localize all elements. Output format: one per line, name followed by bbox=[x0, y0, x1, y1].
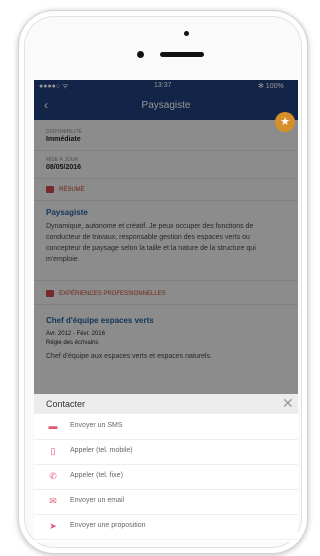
contact-item-label: Envoyer un email bbox=[70, 497, 125, 504]
phone-icon: ✆ bbox=[49, 471, 57, 481]
close-icon[interactable]: ✕ bbox=[282, 395, 294, 412]
speaker-grille bbox=[160, 52, 204, 57]
sensor-icon bbox=[137, 51, 144, 58]
contact-proposal-button[interactable]: ➤ Envoyer une proposition bbox=[34, 515, 298, 540]
camera-icon bbox=[184, 31, 189, 36]
sms-icon: ▬ bbox=[48, 421, 58, 431]
contact-item-label: Appeler (tel. fixe) bbox=[70, 472, 123, 479]
contact-landline-button[interactable]: ✆ Appeler (tel. fixe) bbox=[34, 465, 298, 490]
contact-item-label: Appeler (tel. mobile) bbox=[70, 447, 133, 454]
contact-email-button[interactable]: ✉ Envoyer un email bbox=[34, 490, 298, 515]
contact-sheet: Contacter ✕ ▬ Envoyer un SMS ▯ Appeler (… bbox=[34, 394, 298, 542]
contact-mobile-button[interactable]: ▯ Appeler (tel. mobile) bbox=[34, 440, 298, 465]
star-icon[interactable]: ★ bbox=[275, 112, 295, 132]
mobile-icon: ▯ bbox=[50, 446, 56, 456]
contact-sheet-title: Contacter bbox=[46, 399, 86, 409]
phone-screen: ●●●●○ ᯤ 13:37 ✻ 100% ‹ Paysagiste ★ DISP… bbox=[34, 80, 298, 542]
contact-item-label: Envoyer un SMS bbox=[70, 422, 123, 429]
send-icon: ➤ bbox=[49, 521, 57, 531]
mail-icon: ✉ bbox=[49, 496, 57, 506]
contact-sms-button[interactable]: ▬ Envoyer un SMS bbox=[34, 415, 298, 440]
contact-item-label: Envoyer une proposition bbox=[70, 522, 146, 529]
contact-sheet-header: Contacter ✕ bbox=[34, 394, 298, 414]
